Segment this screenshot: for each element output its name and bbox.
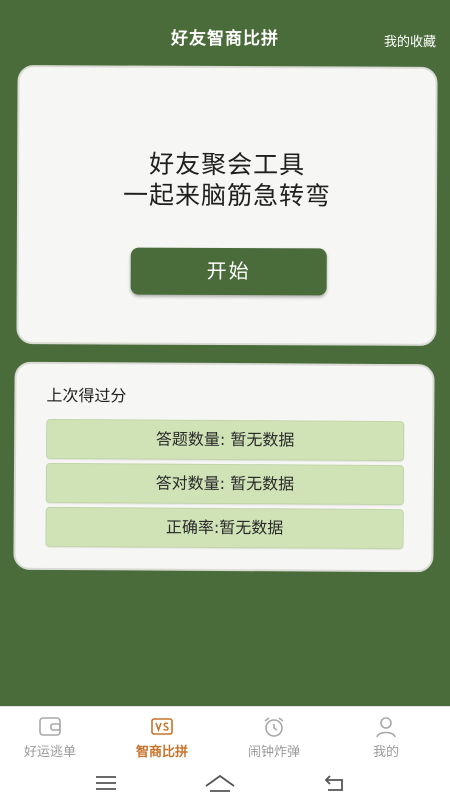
hero-subtitle: 一起来脑筋急转弯 [122,180,332,211]
accuracy-row: 正确率:暂无数据 [45,506,404,550]
home-icon[interactable] [200,770,240,796]
back-icon[interactable] [314,770,354,796]
last-score-title: 上次得过分 [46,385,127,406]
vs-icon [149,716,175,738]
tab-label: 闹钟炸弹 [247,745,300,760]
menu-icon[interactable] [86,770,126,796]
tab-lucky-escape[interactable]: 好运逃单 [0,707,106,765]
tab-label: 我的 [372,745,399,760]
header-bar: 好友智商比拼 我的收藏 [0,0,450,62]
tab-label: 智商比拼 [135,745,188,760]
tab-iq-battle[interactable]: 智商比拼 [106,707,218,765]
wallet-icon [37,716,63,738]
alarm-clock-icon [261,716,287,738]
my-favorites-link[interactable]: 我的收藏 [384,31,436,50]
user-icon [373,716,399,738]
page-title: 好友智商比拼 [171,29,279,49]
app-screen: 好友智商比拼 我的收藏 好友聚会工具 一起来脑筋急转弯 开始 上次得过分 答题数… [0,0,450,800]
tab-mine[interactable]: 我的 [330,707,442,765]
tab-label: 好运逃单 [23,745,76,760]
system-navigation-bar [0,764,450,800]
last-score-card: 上次得过分 答题数量: 暂无数据 答对数量: 暂无数据 正确率:暂无数据 [13,361,435,573]
tab-alarm-bomb[interactable]: 闹钟炸弹 [218,707,330,765]
bottom-tab-bar: 好运逃单 智商比拼 闹钟炸弹 我的 [0,706,450,764]
question-count-row: 答题数量: 暂无数据 [46,418,405,462]
correct-count-row: 答对数量: 暂无数据 [45,462,405,506]
start-button[interactable]: 开始 [130,247,327,296]
hero-card: 好友聚会工具 一起来脑筋急转弯 开始 [16,65,438,346]
